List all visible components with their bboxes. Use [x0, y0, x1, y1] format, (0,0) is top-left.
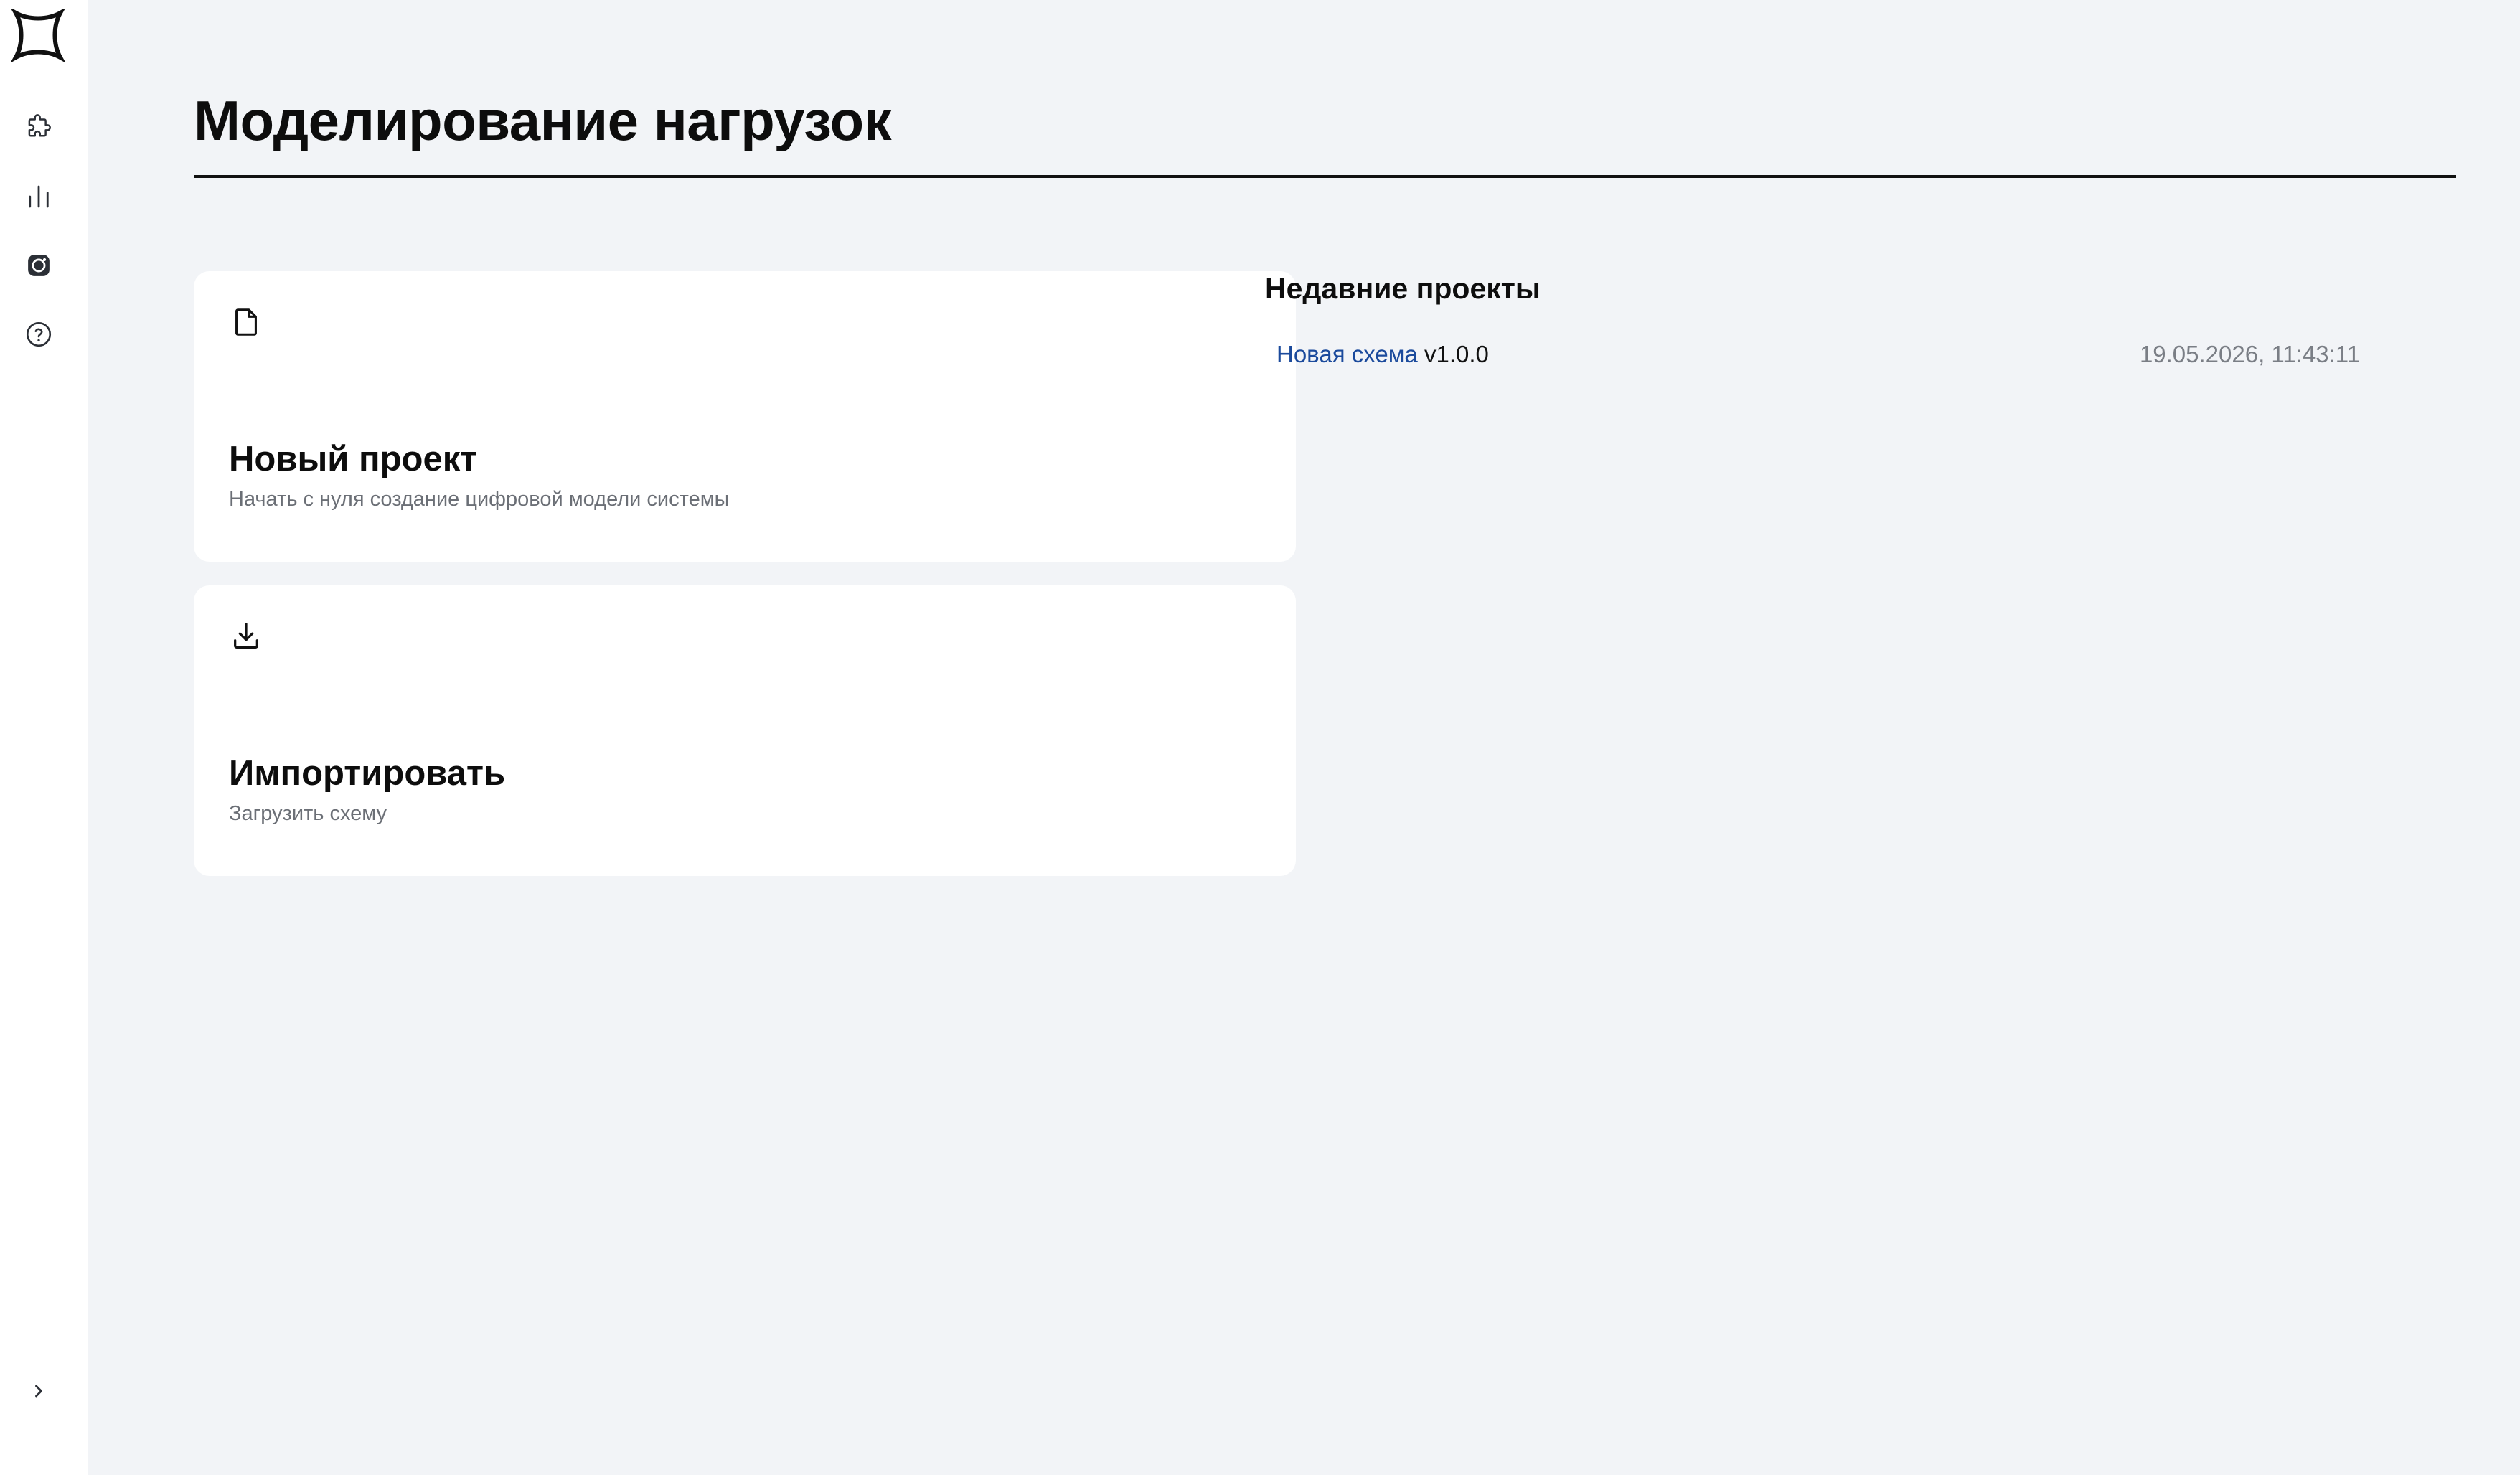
main-content: Моделирование нагрузок Новый проект Нача… — [88, 0, 2520, 1475]
page-title: Моделирование нагрузок — [194, 89, 892, 152]
sidebar-item-dashboard[interactable] — [21, 248, 57, 283]
import-card[interactable]: Импортировать Загрузить схему — [194, 585, 1296, 876]
recent-projects-title: Недавние проекты — [1265, 272, 1541, 305]
new-project-subtitle: Начать с нуля создание цифровой модели с… — [229, 488, 730, 511]
import-subtitle: Загрузить схему — [229, 802, 387, 825]
recent-projects: Недавние проекты Новая схема v1.0.0 19.0… — [1265, 267, 2449, 374]
app-logo[interactable] — [10, 7, 66, 63]
sidebar-expand-button[interactable] — [21, 1373, 57, 1409]
new-project-title: Новый проект — [229, 440, 478, 479]
sidebar — [0, 0, 88, 1475]
rounded-square-icon — [28, 255, 50, 276]
title-divider — [194, 175, 2456, 178]
sidebar-item-analytics[interactable] — [21, 179, 57, 215]
download-icon — [234, 623, 258, 649]
bar-chart-icon — [29, 185, 49, 208]
sidebar-item-help[interactable] — [21, 316, 57, 352]
sidebar-item-plugins[interactable] — [21, 109, 57, 145]
star-cross-logo-icon — [10, 7, 66, 63]
recent-project-name[interactable]: Новая схема — [1277, 334, 1418, 374]
recent-project-row[interactable]: Новая схема v1.0.0 19.05.2026, 11:43:11 — [1265, 334, 2449, 374]
puzzle-icon — [28, 114, 51, 137]
import-title: Импортировать — [229, 754, 506, 793]
recent-project-version: v1.0.0 — [1424, 341, 1489, 367]
new-project-card[interactable]: Новый проект Начать с нуля создание цифр… — [194, 271, 1296, 562]
chevron-right-icon — [35, 1385, 42, 1398]
file-icon — [235, 308, 257, 336]
question-circle-icon — [26, 321, 52, 347]
recent-project-date: 19.05.2026, 11:43:11 — [2139, 341, 2360, 367]
